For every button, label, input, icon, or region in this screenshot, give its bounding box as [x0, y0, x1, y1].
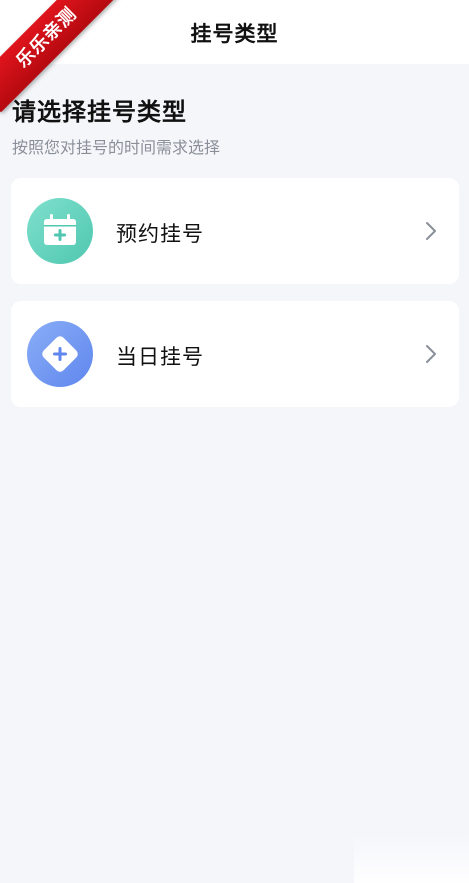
diamond-plus-icon — [27, 321, 93, 387]
bottom-glow — [354, 833, 469, 883]
page-title: 请选择挂号类型 — [12, 98, 187, 126]
appointment-registration-option[interactable]: 预约挂号 — [11, 178, 459, 284]
calendar-plus-icon — [27, 198, 93, 264]
chevron-right-icon — [426, 222, 436, 240]
same-day-registration-option[interactable]: 当日挂号 — [11, 301, 459, 407]
appointment-registration-label: 预约挂号 — [116, 222, 204, 246]
page-subtitle: 按照您对挂号的时间需求选择 — [12, 138, 221, 157]
chevron-right-icon — [426, 345, 436, 363]
same-day-registration-label: 当日挂号 — [116, 345, 204, 369]
